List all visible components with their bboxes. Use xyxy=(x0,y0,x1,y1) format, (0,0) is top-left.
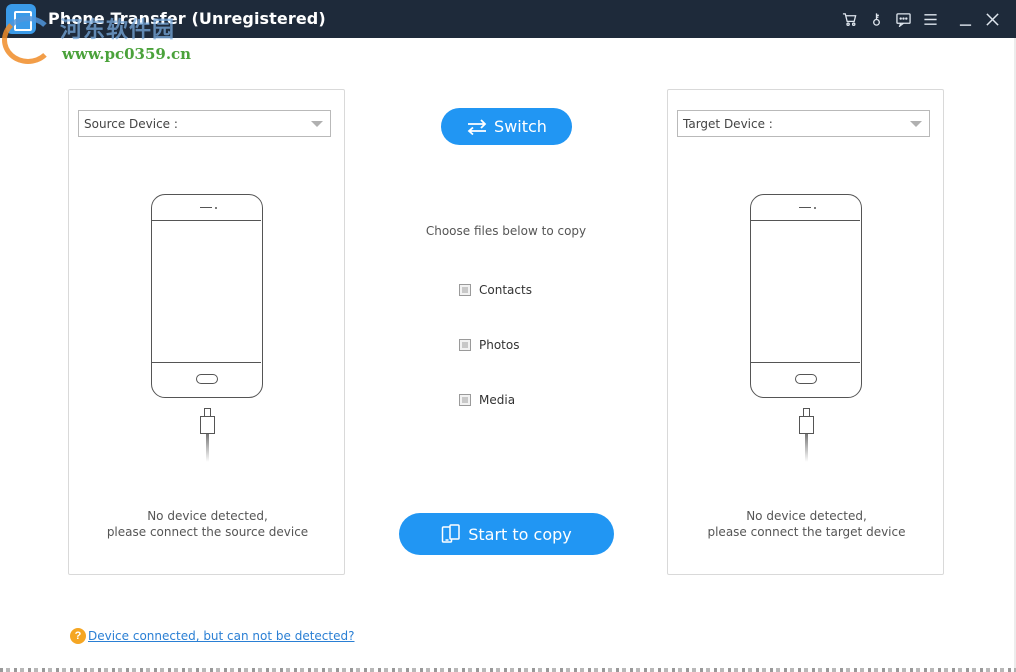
switch-button-label: Switch xyxy=(494,117,547,136)
source-device-select[interactable]: Source Device : xyxy=(78,110,331,137)
watermark-url: www.pc0359.cn xyxy=(62,45,192,63)
checkbox-media[interactable]: Media xyxy=(459,393,515,407)
target-status-line1: No device detected, xyxy=(746,509,867,523)
feedback-icon[interactable] xyxy=(890,10,917,28)
source-status-line1: No device detected, xyxy=(147,509,268,523)
minimize-icon[interactable] xyxy=(952,10,979,28)
switch-button[interactable]: Switch xyxy=(441,108,572,145)
checkbox-contacts[interactable]: Contacts xyxy=(459,283,532,297)
checkbox-contacts-label: Contacts xyxy=(479,283,532,297)
checkbox-media-label: Media xyxy=(479,393,516,407)
choose-files-label: Choose files below to copy xyxy=(425,224,587,238)
cart-icon[interactable] xyxy=(836,10,863,28)
toolbar-separator xyxy=(944,10,952,28)
checkbox-photos[interactable]: Photos xyxy=(459,338,519,352)
menu-icon[interactable] xyxy=(917,10,944,28)
key-icon[interactable] xyxy=(863,10,890,28)
usb-cable-icon xyxy=(199,408,217,463)
bottom-edge xyxy=(0,668,1016,672)
close-icon[interactable] xyxy=(979,10,1006,28)
usb-cable-icon xyxy=(798,408,816,463)
chevron-down-icon xyxy=(910,121,922,127)
checkbox-icon[interactable] xyxy=(459,339,471,351)
phone-illustration-icon xyxy=(750,194,863,399)
window-controls xyxy=(836,10,1006,28)
source-status-line2: please connect the source device xyxy=(106,525,309,539)
source-device-panel: Source Device : No device detected, plea… xyxy=(68,89,345,575)
title-bar: Phone Transfer (Unregistered) xyxy=(0,0,1016,38)
start-copy-label: Start to copy xyxy=(468,524,572,544)
target-status-line2: please connect the target device xyxy=(707,525,906,539)
question-icon: ? xyxy=(70,628,86,644)
app-logo-icon xyxy=(6,4,36,34)
target-device-select-label: Target Device : xyxy=(683,117,773,131)
checkbox-photos-label: Photos xyxy=(479,338,520,352)
checkbox-icon[interactable] xyxy=(459,284,471,296)
swap-arrows-icon xyxy=(467,118,487,135)
start-copy-button[interactable]: Start to copy xyxy=(399,513,614,555)
phone-illustration-icon xyxy=(151,194,264,399)
target-device-select[interactable]: Target Device : xyxy=(677,110,930,137)
source-device-select-label: Source Device : xyxy=(84,117,178,131)
target-status-message: No device detected, please connect the t… xyxy=(668,508,945,540)
checkbox-icon[interactable] xyxy=(459,394,471,406)
window-title: Phone Transfer (Unregistered) xyxy=(48,9,326,28)
target-device-panel: Target Device : No device detected, plea… xyxy=(667,89,944,575)
help-link-row[interactable]: ? Device connected, but can not be detec… xyxy=(70,628,354,644)
chevron-down-icon xyxy=(311,121,323,127)
copy-phones-icon xyxy=(441,524,460,543)
device-not-detected-link[interactable]: Device connected, but can not be detecte… xyxy=(88,629,354,643)
source-status-message: No device detected, please connect the s… xyxy=(69,508,346,540)
